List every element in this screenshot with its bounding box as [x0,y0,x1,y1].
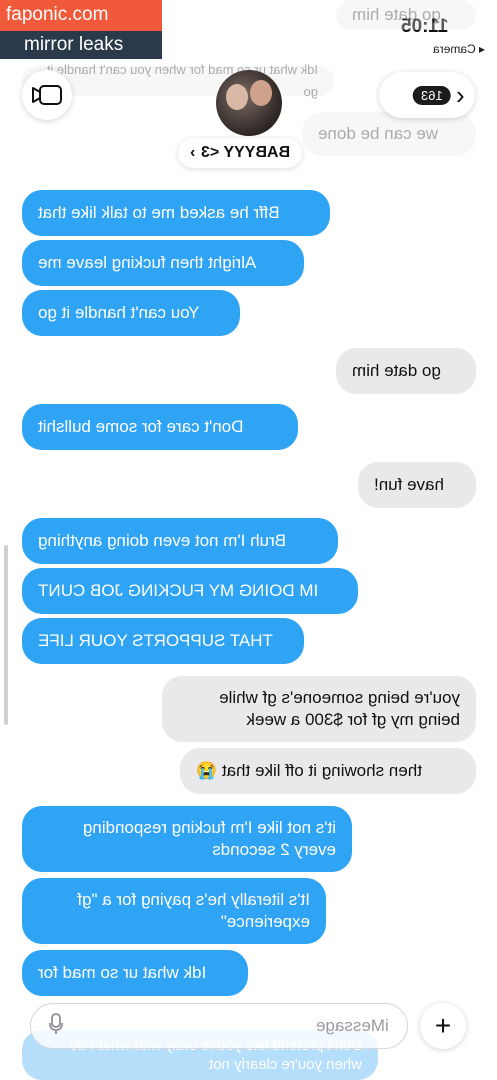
message-bubble: Bruh I'm not even doing anything [22,518,338,564]
scroll-indicator[interactable] [4,545,8,725]
message-bubble: go date him [336,348,476,394]
message-bubble: you're being someone's gf while being my… [162,676,476,742]
chevron-left-icon: ‹ [456,80,465,110]
chevron-icon: › [190,144,196,161]
message-bubble: Alright then fucking leave me [22,240,304,286]
message-bubble: it's not like I'm fucking responding eve… [22,806,352,872]
message-bubble: You can't handle it go [22,290,240,336]
facetime-button[interactable] [22,70,72,120]
back-button[interactable]: 163 ‹ [379,72,475,118]
back-to-app-link[interactable]: ◂ Camera [433,42,485,56]
microphone-icon[interactable] [49,1012,63,1040]
message-bubble: THAT SUPPORTS YOUR LIFE [22,618,304,664]
message-bubble: IM DOING MY FUCKING JOB CUNT [22,568,358,614]
contact-avatar[interactable] [216,70,282,136]
message-bubble: then showing it off like that 😭 [180,748,476,794]
plus-icon: + [434,1010,452,1041]
message-bubble: Bffr he asked me to talk like that [22,190,330,236]
message-bubble: It's literally he's paying for a "gf exp… [22,878,326,944]
message-bubble: Idk what ur so mad for [22,950,248,996]
add-attachment-button[interactable]: + [420,1003,466,1049]
message-input[interactable]: iMessage [30,1003,408,1049]
message-bubble: Don't care for some bullshit [22,404,298,450]
contact-name: BABYYY <3 [201,144,291,161]
message-bubble: have fun! [358,462,476,508]
message-bubble: we can be done [302,112,476,156]
video-camera-icon [32,85,62,105]
watermark-tag: mirror leaks [0,31,162,59]
watermark: faponic.com mirror leaks [0,0,162,59]
watermark-site: faponic.com [0,0,162,31]
mirrored-conversation: 11:05 ◂ Camera go date him Idk what ur s… [0,0,497,1080]
unread-badge: 163 [412,85,451,105]
contact-name-button[interactable]: › BABYYY <3 [178,138,303,168]
message-placeholder: iMessage [316,1016,389,1035]
message-bubble: go date him [336,0,476,30]
